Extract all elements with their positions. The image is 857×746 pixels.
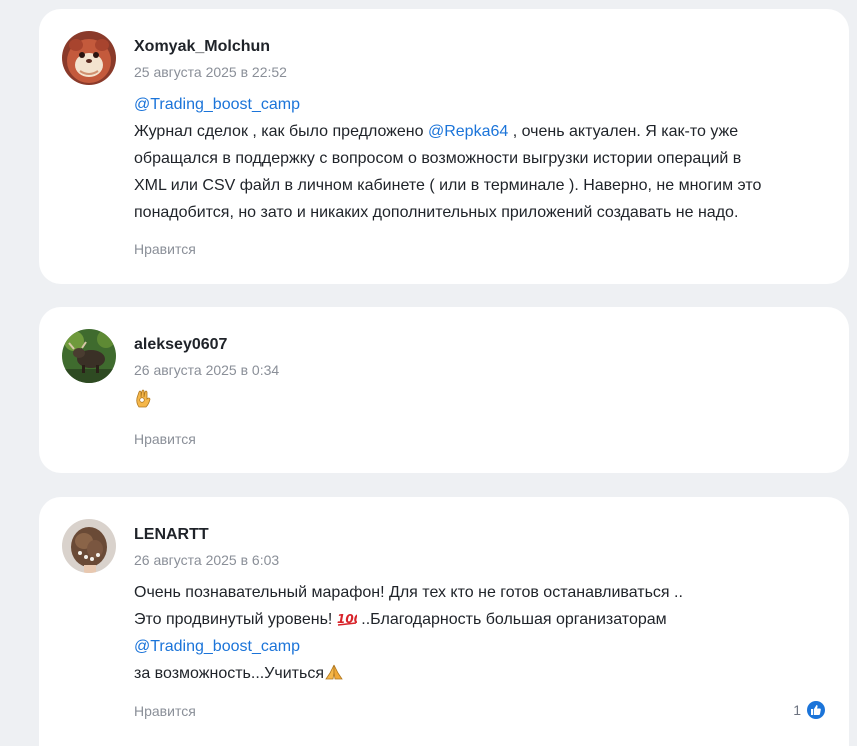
comment-text-segment: Это продвинутый уровень!	[134, 611, 337, 628]
avatar[interactable]	[62, 31, 116, 85]
comment-text-line: XML или CSV файл в личном кабинете ( или…	[134, 177, 762, 194]
comment-actions: Нравится	[134, 429, 825, 449]
comment-text: Очень познавательный марафон! Для тех кт…	[134, 579, 825, 687]
comment-card: aleksey0607 26 августа 2025 в 0:34 Нрави…	[39, 307, 849, 473]
reactions[interactable]: 1	[793, 701, 825, 719]
comment-author[interactable]: Xomyak_Molchun	[134, 37, 825, 57]
comment-text: @Trading_boost_camp Журнал сделок , как …	[134, 91, 825, 226]
like-button[interactable]: Нравится	[134, 431, 196, 447]
thumbs-up-icon[interactable]	[807, 701, 825, 719]
comment-date[interactable]: 26 августа 2025 в 0:34	[134, 361, 825, 379]
comment-card: LENARTT 26 августа 2025 в 6:03 Очень поз…	[39, 497, 849, 746]
comment-actions: Нравится 1	[134, 701, 825, 721]
ok-hand-emoji	[136, 389, 151, 408]
comment-text-line: Очень познавательный марафон! Для тех кт…	[134, 584, 683, 601]
mention-link[interactable]: @Trading_boost_camp	[134, 638, 300, 655]
comment-actions: Нравится	[134, 239, 825, 259]
avatar[interactable]	[62, 519, 116, 573]
comment-author[interactable]: aleksey0607	[134, 335, 825, 355]
bull-avatar-image	[62, 329, 116, 383]
comment-text-line: понадобится, но зато и никаких дополните…	[134, 204, 739, 221]
like-button[interactable]: Нравится	[134, 703, 196, 719]
comment-text-segment: , очень актуален. Я как-то уже	[508, 123, 739, 140]
comment-author[interactable]: LENARTT	[134, 525, 825, 545]
mention-link[interactable]: @Repka64	[428, 123, 508, 140]
comment-text	[134, 387, 825, 414]
comment-text-segment: Журнал сделок , как было предложено	[134, 123, 428, 140]
hundred-points-emoji: 100	[337, 612, 357, 626]
comment-date[interactable]: 25 августа 2025 в 22:52	[134, 63, 825, 81]
avatar[interactable]	[62, 329, 116, 383]
comment-content: LENARTT 26 августа 2025 в 6:03 Очень поз…	[134, 525, 825, 687]
mention-link[interactable]: @Trading_boost_camp	[134, 96, 300, 113]
comment-content: Xomyak_Molchun 25 августа 2025 в 22:52 @…	[134, 37, 825, 226]
comment-card: Xomyak_Molchun 25 августа 2025 в 22:52 @…	[39, 9, 849, 284]
reaction-count: 1	[793, 702, 801, 718]
comment-text-line: обращался в поддержку с вопросом о возмо…	[134, 150, 742, 167]
like-button[interactable]: Нравится	[134, 241, 196, 257]
hamster-avatar-image	[62, 31, 116, 85]
folded-hands-emoji	[325, 664, 343, 680]
comment-date[interactable]: 26 августа 2025 в 6:03	[134, 551, 825, 569]
comment-text-segment: за возможность...Учиться	[134, 665, 324, 682]
hairstyle-avatar-image	[62, 519, 116, 573]
comment-text-segment: ..Благодарность большая организаторам	[356, 611, 667, 628]
comment-content: aleksey0607 26 августа 2025 в 0:34	[134, 335, 825, 414]
